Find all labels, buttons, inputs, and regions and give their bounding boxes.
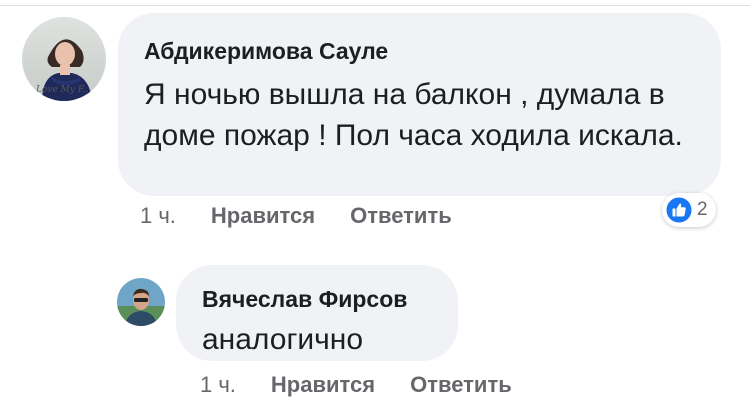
reaction-summary[interactable]: 2 — [662, 193, 716, 227]
comment-actions: 1 ч. Нравится Ответить — [140, 203, 452, 229]
comment-bubble: Вячеслав Фирсов аналогично — [176, 265, 458, 361]
comment-bubble: Абдикеримова Сауле Я ночью вышла на балк… — [118, 13, 721, 196]
comment-actions: 1 ч. Нравится Ответить — [200, 372, 512, 398]
comment-author[interactable]: Вячеслав Фирсов — [202, 285, 438, 313]
comment-timestamp[interactable]: 1 ч. — [140, 203, 176, 229]
avatar[interactable] — [117, 278, 165, 326]
comment-author[interactable]: Абдикеримова Сауле — [144, 37, 693, 65]
avatar[interactable]: Love My F... — [22, 17, 106, 101]
reply-button[interactable]: Ответить — [350, 203, 452, 229]
top-divider — [0, 0, 750, 6]
reaction-count: 2 — [697, 199, 708, 220]
reply-button[interactable]: Ответить — [410, 372, 512, 398]
avatar-watermark: Love My F... — [36, 85, 92, 95]
comment-text: Я ночью вышла на балкон , думала в доме … — [144, 78, 683, 152]
like-button[interactable]: Нравится — [211, 203, 315, 229]
like-icon — [665, 196, 693, 224]
like-button[interactable]: Нравится — [271, 372, 375, 398]
comment-text: аналогично — [202, 323, 364, 356]
avatar-photo — [117, 278, 165, 326]
comment-timestamp[interactable]: 1 ч. — [200, 372, 236, 398]
